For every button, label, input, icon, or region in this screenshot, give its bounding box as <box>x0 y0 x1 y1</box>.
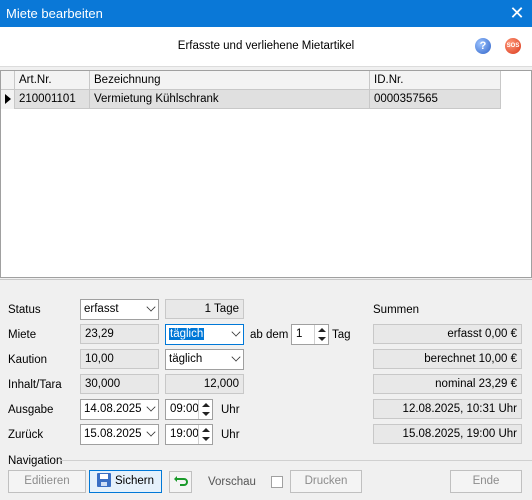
inhalt-field[interactable]: 30,000 <box>80 374 159 394</box>
column-header-id-nr[interactable]: ID.Nr. <box>370 71 501 90</box>
stepper-up-icon <box>202 403 210 407</box>
navigation-divider <box>60 460 532 461</box>
kaution-period-select[interactable]: täglich <box>165 349 244 370</box>
dialog-header: Erfasste und verliehene Mietartikel ? SO… <box>0 27 532 67</box>
window-title: Miete bearbeiten <box>6 6 103 21</box>
row-indicator-header <box>1 71 15 90</box>
rueck-timestamp-field: 15.08.2025, 19:00 Uhr <box>373 424 522 444</box>
chevron-down-icon <box>231 327 241 337</box>
summe-berechnet-field: berechnet 10,00 € <box>373 349 522 369</box>
sichern-button[interactable]: Sichern <box>89 470 162 493</box>
tara-field[interactable]: 12,000 <box>165 374 244 394</box>
duration-field: 1 Tage <box>165 299 244 319</box>
zurueck-uhr-label: Uhr <box>221 429 240 441</box>
stepper-down-icon <box>202 437 210 441</box>
tag-label: Tag <box>332 329 351 341</box>
inhalt-tara-label: Inhalt/Tara <box>8 379 62 391</box>
zurueck-date-picker[interactable]: 15.08.2025 <box>80 424 159 445</box>
stepper-up-icon <box>202 428 210 432</box>
ab-dem-stepper[interactable]: 1 <box>291 324 329 345</box>
kaution-value-field[interactable]: 10,00 <box>80 349 159 369</box>
title-bar: Miete bearbeiten ✕ <box>0 0 532 27</box>
miete-label: Miete <box>8 329 37 341</box>
cell-bezeichnung: Vermietung Kühlschrank <box>90 90 370 109</box>
ausgabe-label: Ausgabe <box>8 404 54 416</box>
summe-erfasst-field: erfasst 0,00 € <box>373 324 522 344</box>
row-pointer-icon <box>1 90 15 109</box>
chevron-down-icon <box>146 402 156 412</box>
ausgabe-time-stepper[interactable]: 09:00 <box>165 399 213 420</box>
drucken-button[interactable]: Drucken <box>290 470 362 493</box>
chevron-down-icon <box>146 302 156 312</box>
header-caption: Erfasste und verliehene Mietartikel <box>177 40 355 52</box>
cell-art-nr: 210001101 <box>15 90 90 109</box>
table-row[interactable]: 210001101 Vermietung Kühlschrank 0000357… <box>1 90 501 109</box>
editieren-button[interactable]: Editieren <box>8 470 86 493</box>
close-icon[interactable]: ✕ <box>502 0 532 27</box>
navigation-title: Navigation <box>8 455 63 467</box>
stepper-up-icon <box>318 328 326 332</box>
cell-id-nr: 0000357565 <box>370 90 501 109</box>
summe-nominal-field: nominal 23,29 € <box>373 374 522 394</box>
column-header-art-nr[interactable]: Art.Nr. <box>15 71 90 90</box>
status-select[interactable]: erfasst <box>80 299 159 320</box>
ausgabe-date-picker[interactable]: 14.08.2025 <box>80 399 159 420</box>
vorschau-checkbox[interactable] <box>271 476 283 488</box>
ab-dem-label: ab dem <box>250 329 289 341</box>
undo-button[interactable] <box>169 471 192 493</box>
divider <box>0 279 532 280</box>
vorschau-label: Vorschau <box>208 476 256 488</box>
stepper-down-icon <box>202 412 210 416</box>
sos-icon[interactable]: SOS <box>505 38 521 54</box>
zurueck-label: Zurück <box>8 429 44 441</box>
stepper-down-icon <box>318 337 326 341</box>
miete-value-field[interactable]: 23,29 <box>80 324 159 344</box>
save-icon <box>97 473 111 487</box>
zurueck-time-stepper[interactable]: 19:00 <box>165 424 213 445</box>
help-icon[interactable]: ? <box>475 38 491 54</box>
ausgabe-timestamp-field: 12.08.2025, 10:31 Uhr <box>373 399 522 419</box>
summen-title: Summen <box>373 304 420 316</box>
column-header-bezeichnung[interactable]: Bezeichnung <box>90 71 370 90</box>
undo-icon <box>173 476 188 486</box>
ausgabe-uhr-label: Uhr <box>221 404 240 416</box>
chevron-down-icon <box>146 427 156 437</box>
ende-button[interactable]: Ende <box>450 470 522 493</box>
miete-period-select[interactable]: täglich <box>165 324 244 345</box>
rental-items-grid[interactable]: Art.Nr. Bezeichnung ID.Nr. 210001101 Ver… <box>0 70 532 278</box>
kaution-label: Kaution <box>8 354 48 366</box>
chevron-down-icon <box>231 352 241 362</box>
status-label: Status <box>8 304 41 316</box>
